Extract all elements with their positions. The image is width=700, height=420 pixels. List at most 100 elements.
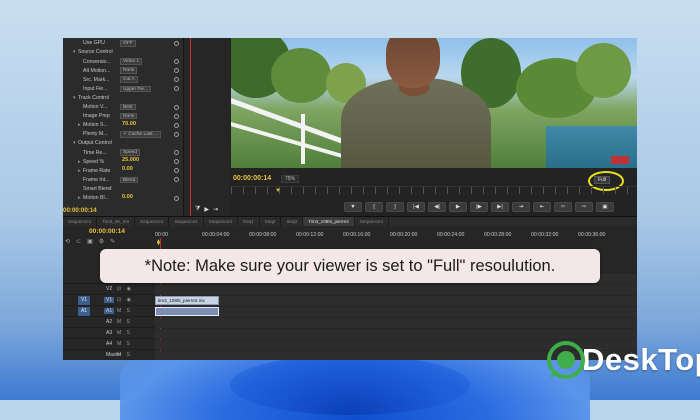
effect-row-value[interactable]: OFF (120, 40, 136, 47)
effect-row-value[interactable]: Blend (120, 176, 139, 184)
marker-icon[interactable]: ▣ (87, 238, 93, 245)
reset-icon[interactable] (174, 77, 179, 83)
reset-icon[interactable] (174, 131, 179, 137)
transport-button[interactable]: ⇦ (554, 202, 572, 212)
effect-row[interactable]: ▸ Frame Rate 0.00 (63, 166, 230, 175)
effect-row[interactable]: Frame Int... Blend (63, 176, 230, 185)
timeline-track[interactable]: A3 M S (63, 329, 637, 339)
sequence-tab[interactable]: Sequence2 (169, 216, 204, 227)
link-icon[interactable]: ⊂ (76, 238, 81, 245)
effect-row[interactable]: Input Fie... Upper Fie... (63, 85, 230, 94)
sequence-tab[interactable]: Sequence4 (355, 216, 390, 227)
snap-icon[interactable]: ⟲ (65, 238, 70, 245)
transport-button[interactable]: |▶ (470, 202, 488, 212)
effect-row-value[interactable]: Video 1 (120, 58, 143, 65)
track-label[interactable]: A4 (104, 341, 114, 347)
effect-row-value[interactable]: None (120, 67, 138, 74)
timeline-track[interactable]: V1 V1 ⊡ ◉ tim3_1080i_pierre2.mx (63, 296, 637, 306)
video-clip[interactable]: tim3_1080i_pierre2.mx (155, 296, 219, 305)
timeline-timecode[interactable]: 00:00:00:14 (89, 228, 125, 235)
effect-row-value[interactable]: 25.000 (120, 158, 141, 165)
reset-icon[interactable] (174, 104, 179, 110)
reset-icon[interactable] (174, 59, 179, 65)
effect-row[interactable]: Conversio... Video 1 (63, 57, 230, 66)
transport-button[interactable]: |◀ (407, 202, 425, 212)
transport-button[interactable]: ⇤ (533, 202, 551, 212)
effect-row-value[interactable]: None (120, 112, 138, 120)
transport-button[interactable]: ▶ (449, 202, 467, 212)
audio-clip[interactable] (155, 307, 219, 316)
reset-icon[interactable] (174, 122, 179, 128)
monitor-timecode[interactable]: 00:00:00:14 (233, 175, 271, 182)
effect-row[interactable]: ▸ Motion S... 70.00 (63, 121, 230, 130)
effect-row-value[interactable]: 0.00 (120, 167, 135, 174)
track-area[interactable] (155, 307, 637, 317)
transport-button[interactable]: ▶| (491, 202, 509, 212)
filter-icon[interactable]: ⧩ (195, 206, 200, 213)
timeline-ruler[interactable]: 00:00 00:00:04:00 00:00:08:00 00:00:12:00 00… (155, 232, 637, 246)
effect-row[interactable]: Image Prep None (63, 112, 230, 121)
sequence-tab[interactable]: Sequence3 (204, 216, 238, 227)
sequence-tab[interactable]: Tim3_1080i_pierre2 (303, 216, 355, 227)
track-label[interactable]: A3 (104, 330, 114, 336)
settings-icon[interactable]: ⚙ (99, 238, 104, 245)
reset-icon[interactable] (174, 68, 179, 74)
transport-button[interactable]: ⇨ (575, 202, 593, 212)
timeline-playhead-icon[interactable]: ⧫ (157, 239, 160, 246)
effect-controls-timecode[interactable]: 00:00:00:14 (63, 207, 97, 214)
effect-row-value[interactable]: 0.00 (120, 194, 135, 202)
track-area[interactable] (155, 318, 637, 328)
transport-button[interactable]: ▣ (596, 202, 614, 212)
effect-row-value[interactable]: 70.00 (120, 121, 138, 129)
track-label[interactable]: A1 (104, 308, 115, 314)
zoom-dropdown[interactable]: 75% (281, 175, 300, 183)
track-toggle-icons[interactable]: M S (117, 319, 132, 325)
track-label[interactable]: A2 (104, 319, 114, 325)
track-label[interactable]: V2 (104, 286, 114, 292)
timeline-track[interactable]: V2 ⊡ ◉ (63, 285, 637, 295)
effect-row[interactable]: ▸ Speed % 25.000 (63, 157, 230, 166)
effect-row[interactable]: ▾ Output Control (63, 139, 230, 148)
transport-button[interactable]: { (365, 202, 383, 212)
sequence-tab[interactable]: Sequence1 (135, 216, 170, 227)
track-toggle-icons[interactable]: M S (117, 330, 132, 336)
track-area[interactable]: tim3_1080i_pierre2.mx (155, 296, 637, 306)
effect-row[interactable]: Src. Mark... Cut A (63, 75, 230, 84)
wrench-icon[interactable]: ✎ (110, 238, 115, 245)
transport-button[interactable]: ▼ (344, 202, 362, 212)
effect-row-value[interactable]: Upper Fie... (120, 85, 152, 93)
effect-row[interactable]: ▾ Track Control (63, 94, 230, 103)
monitor-playhead-icon[interactable]: ▼ (275, 188, 281, 194)
reset-icon[interactable] (174, 150, 179, 156)
video-frame[interactable] (231, 38, 637, 168)
track-toggle-icons[interactable]: M S (117, 341, 132, 347)
track-toggle-icons[interactable]: M S (117, 352, 132, 358)
export-icon[interactable]: ⇥ (213, 206, 218, 213)
transport-button[interactable]: ◀| (428, 202, 446, 212)
effect-row[interactable]: Smart Blend (63, 185, 230, 194)
reset-icon[interactable] (174, 113, 179, 119)
effect-row[interactable]: Plenty M... ✓ Cache Last ... (63, 130, 230, 139)
transport-button[interactable]: } (386, 202, 404, 212)
monitor-time-ruler[interactable] (231, 186, 637, 194)
track-toggle-icons[interactable]: M S (117, 308, 132, 314)
track-toggle-icons[interactable]: ⊡ ◉ (117, 286, 133, 292)
track-area[interactable] (155, 329, 637, 339)
effect-row-value[interactable]: Speed (120, 149, 140, 156)
source-patch[interactable]: A1 (78, 307, 90, 316)
sequence-tab[interactable]: Seq3 (281, 216, 304, 227)
effect-row[interactable]: Use GPU OFF (63, 39, 230, 48)
sequence-tab[interactable]: Sequence1 (63, 216, 98, 227)
track-label[interactable]: V1 (104, 297, 115, 303)
reset-icon[interactable] (174, 168, 179, 174)
reset-icon[interactable] (174, 177, 179, 183)
effect-row-value[interactable]: Cut A (120, 76, 138, 84)
reset-icon[interactable] (174, 159, 179, 165)
track-toggle-icons[interactable]: ⊡ ◉ (117, 297, 133, 303)
effect-row[interactable]: ▸ Motion Bl... 0.00 (63, 194, 230, 203)
timeline-track[interactable]: A2 M S (63, 318, 637, 328)
transport-button[interactable]: ⇥ (512, 202, 530, 212)
track-area[interactable] (155, 285, 637, 295)
effect-row-value[interactable]: Best (120, 103, 136, 111)
sequence-tab[interactable]: Seq2 (260, 216, 282, 227)
